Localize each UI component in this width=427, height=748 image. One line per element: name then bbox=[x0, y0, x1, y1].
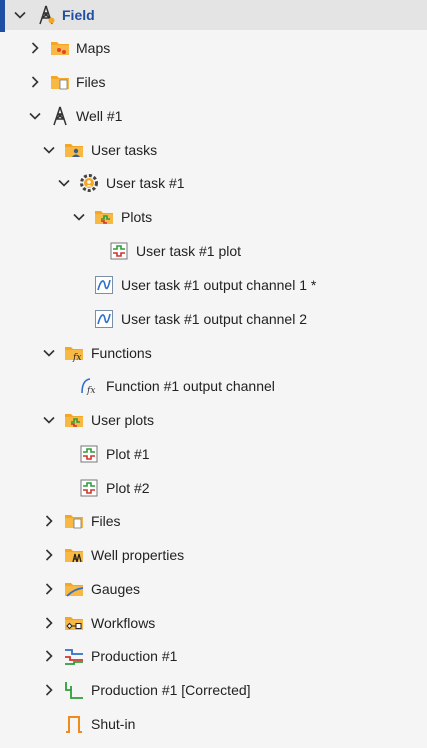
svg-text:fx: fx bbox=[86, 386, 95, 396]
well-tower-icon bbox=[50, 106, 70, 126]
chevron-down-icon[interactable] bbox=[28, 109, 42, 123]
tree-item-label: User plots bbox=[91, 412, 155, 428]
tree-item-well-files[interactable]: Files bbox=[0, 506, 427, 536]
tree-item-label: Gauges bbox=[91, 581, 141, 597]
tree-item-label: Files bbox=[76, 74, 106, 90]
tree-item-label: Plot #1 bbox=[106, 446, 150, 462]
maps-folder-icon bbox=[50, 38, 70, 58]
tree-item-label: Workflows bbox=[91, 615, 156, 631]
plot-icon bbox=[109, 241, 129, 261]
tree-item-label: Plots bbox=[121, 209, 153, 225]
svg-text:fx: fx bbox=[72, 353, 81, 363]
tree-item-label: User task #1 bbox=[106, 175, 185, 191]
tree-item-user-task-plot[interactable]: User task #1 plot bbox=[0, 236, 427, 266]
chevron-down-icon[interactable] bbox=[13, 8, 27, 22]
tree-item-label: Production #1 bbox=[91, 648, 178, 664]
field-tower-icon bbox=[36, 5, 56, 25]
production-icon bbox=[64, 646, 84, 666]
tree-item-function-channel[interactable]: fx Function #1 output channel bbox=[0, 371, 427, 401]
tree-item-label: Production #1 [Corrected] bbox=[91, 682, 251, 698]
tree-item-label: Plot #2 bbox=[106, 480, 150, 496]
chevron-right-icon[interactable] bbox=[42, 683, 56, 697]
tree-item-label: Function #1 output channel bbox=[106, 378, 275, 394]
user-plots-folder-icon bbox=[64, 410, 84, 430]
tree-item-label: Shut-in bbox=[91, 716, 136, 732]
tree-item-user-plots[interactable]: User plots bbox=[0, 405, 427, 435]
tree-item-label: Well properties bbox=[91, 547, 185, 563]
tree-item-label: User tasks bbox=[91, 142, 158, 158]
tree-item-well-properties[interactable]: Well properties bbox=[0, 540, 427, 570]
production-corrected-icon bbox=[64, 680, 84, 700]
shutin-pulse-icon bbox=[64, 714, 84, 734]
files-folder-icon bbox=[64, 511, 84, 531]
selection-accent-bar bbox=[0, 0, 5, 32]
tree-item-gauges[interactable]: Gauges bbox=[0, 574, 427, 604]
tree-item-production-corrected[interactable]: Production #1 [Corrected] bbox=[0, 675, 427, 705]
tree-item-label: Well #1 bbox=[76, 108, 123, 124]
chevron-down-icon[interactable] bbox=[57, 176, 71, 190]
tree-item-label: User task #1 output channel 1 * bbox=[121, 277, 317, 293]
chevron-down-icon[interactable] bbox=[42, 143, 56, 157]
tree-item-well[interactable]: Well #1 bbox=[0, 101, 427, 131]
tree-item-field[interactable]: Field bbox=[0, 0, 427, 32]
chevron-right-icon[interactable] bbox=[28, 75, 42, 89]
tree-item-shutin[interactable]: Shut-in bbox=[0, 709, 427, 739]
chevron-right-icon[interactable] bbox=[42, 548, 56, 562]
plot-icon bbox=[79, 478, 99, 498]
tree-item-functions[interactable]: fx Functions bbox=[0, 338, 427, 368]
plot-icon bbox=[79, 444, 99, 464]
tree-item-maps[interactable]: Maps bbox=[0, 33, 427, 63]
tree-item-label: Functions bbox=[91, 345, 152, 361]
plots-folder-icon bbox=[94, 207, 114, 227]
chevron-right-icon[interactable] bbox=[42, 616, 56, 630]
function-channel-icon: fx bbox=[79, 376, 99, 396]
user-tasks-folder-icon bbox=[64, 140, 84, 160]
channel-icon bbox=[94, 309, 114, 329]
tree-item-files[interactable]: Files bbox=[0, 67, 427, 97]
tree-item-user-task-1[interactable]: User task #1 bbox=[0, 168, 427, 198]
gauges-folder-icon bbox=[64, 579, 84, 599]
chevron-right-icon[interactable] bbox=[42, 514, 56, 528]
tree-item-user-tasks[interactable]: User tasks bbox=[0, 135, 427, 165]
tree-item-workflows[interactable]: Workflows bbox=[0, 608, 427, 638]
chevron-right-icon[interactable] bbox=[42, 582, 56, 596]
channel-icon bbox=[94, 275, 114, 295]
tree-item-output-channel-1[interactable]: User task #1 output channel 1 * bbox=[0, 270, 427, 300]
user-task-gear-icon bbox=[79, 173, 99, 193]
tree-item-output-channel-2[interactable]: User task #1 output channel 2 bbox=[0, 304, 427, 334]
chevron-down-icon[interactable] bbox=[72, 210, 86, 224]
chevron-down-icon[interactable] bbox=[42, 413, 56, 427]
tree-item-label: Maps bbox=[76, 40, 111, 56]
tree-item-plots[interactable]: Plots bbox=[0, 202, 427, 232]
chevron-down-icon[interactable] bbox=[42, 346, 56, 360]
well-tree: Field Maps Files Well #1 User tasks User… bbox=[0, 0, 427, 748]
chevron-right-icon[interactable] bbox=[42, 649, 56, 663]
tree-item-label: User task #1 output channel 2 bbox=[121, 311, 308, 327]
functions-folder-icon: fx bbox=[64, 343, 84, 363]
well-properties-folder-icon bbox=[64, 545, 84, 565]
chevron-right-icon[interactable] bbox=[28, 41, 42, 55]
tree-item-production[interactable]: Production #1 bbox=[0, 641, 427, 671]
files-folder-icon bbox=[50, 72, 70, 92]
tree-item-label: Files bbox=[91, 513, 121, 529]
tree-item-plot-1[interactable]: Plot #1 bbox=[0, 439, 427, 469]
tree-item-label: User task #1 plot bbox=[136, 243, 242, 259]
tree-item-label: Field bbox=[62, 7, 95, 23]
workflows-folder-icon bbox=[64, 613, 84, 633]
tree-item-plot-2[interactable]: Plot #2 bbox=[0, 473, 427, 503]
